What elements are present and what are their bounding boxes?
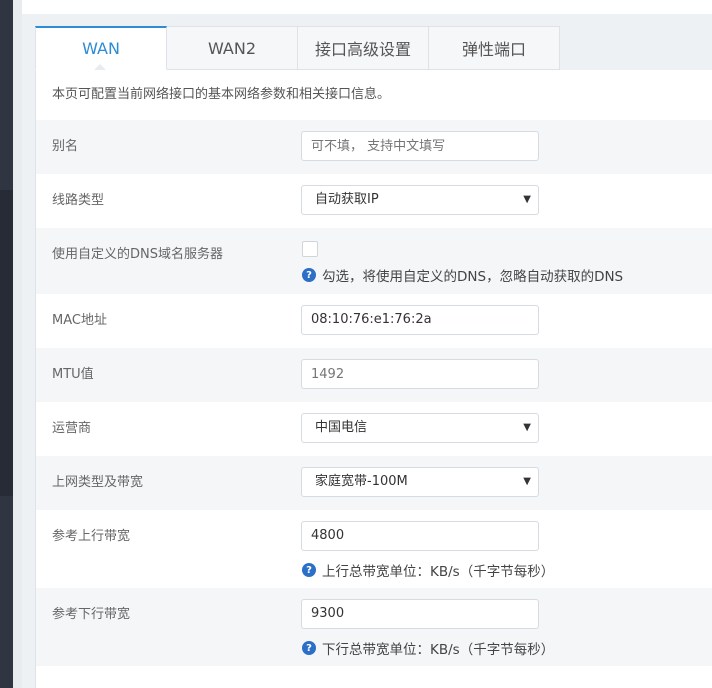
caret-down-icon: ▼	[523, 194, 531, 205]
sidebar-mark	[0, 190, 13, 496]
mtu-label: MTU值	[52, 367, 94, 382]
net-type-value: 家庭宽带-100M	[315, 474, 408, 489]
upload-help-text: 上行总带宽单位：KB/s（千字节每秒）	[322, 564, 555, 580]
question-circle-icon: ?	[302, 641, 316, 655]
row-mtu: MTU值	[36, 348, 712, 402]
download-help: ? 下行总带宽单位：KB/s（千字节每秒）	[302, 638, 554, 658]
row-isp: 运营商 中国电信 ▼	[36, 402, 712, 456]
row-custom-dns: 使用自定义的DNS域名服务器 ? 勾选，将使用自定义的DNS，忽略自动获取的DN…	[36, 228, 712, 294]
row-net-type: 上网类型及带宽 家庭宽带-100M ▼	[36, 456, 712, 510]
custom-dns-help-text: 勾选，将使用自定义的DNS，忽略自动获取的DNS	[322, 269, 624, 285]
mac-input[interactable]: 08:10:76:e1:76:2a	[301, 305, 539, 335]
settings-panel: 本页可配置当前网络接口的基本网络参数和相关接口信息。 别名 线路类型 自动获取I…	[35, 70, 712, 688]
download-label: 参考下行带宽	[52, 607, 131, 622]
isp-value: 中国电信	[315, 420, 368, 435]
alias-input[interactable]	[301, 131, 539, 161]
upload-help: ? 上行总带宽单位：KB/s（千字节每秒）	[302, 560, 554, 580]
download-help-text: 下行总带宽单位：KB/s（千字节每秒）	[322, 642, 555, 658]
row-alias: 别名	[36, 120, 712, 174]
top-bar	[22, 0, 712, 14]
page-description: 本页可配置当前网络接口的基本网络参数和相关接口信息。	[36, 70, 712, 121]
custom-dns-help: ? 勾选，将使用自定义的DNS，忽略自动获取的DNS	[302, 265, 623, 285]
line-type-label: 线路类型	[52, 193, 105, 208]
alias-label: 别名	[52, 139, 79, 154]
net-type-select[interactable]: 家庭宽带-100M ▼	[301, 467, 539, 497]
tab-wan[interactable]: WAN	[35, 26, 167, 70]
line-type-select[interactable]: 自动获取IP ▼	[301, 185, 539, 215]
tab-interface-advanced[interactable]: 接口高级设置	[298, 26, 429, 70]
row-mac: MAC地址 08:10:76:e1:76:2a	[36, 294, 712, 348]
caret-down-icon: ▼	[523, 422, 531, 433]
tab-bar: WAN WAN2 接口高级设置 弹性端口	[35, 26, 560, 70]
download-input[interactable]: 9300	[301, 599, 539, 629]
row-upload: 参考上行带宽 4800 ? 上行总带宽单位：KB/s（千字节每秒）	[36, 510, 712, 588]
mac-label: MAC地址	[52, 313, 107, 328]
row-download: 参考下行带宽 9300 ? 下行总带宽单位：KB/s（千字节每秒）	[36, 588, 712, 666]
row-line-type: 线路类型 自动获取IP ▼	[36, 174, 712, 228]
net-type-label: 上网类型及带宽	[52, 475, 144, 490]
upload-input[interactable]: 4800	[301, 521, 539, 551]
isp-select[interactable]: 中国电信 ▼	[301, 413, 539, 443]
sidebar-strip	[0, 0, 13, 688]
tab-wan2[interactable]: WAN2	[167, 26, 298, 70]
question-circle-icon: ?	[302, 268, 316, 282]
tab-elastic-port[interactable]: 弹性端口	[429, 26, 560, 70]
custom-dns-label: 使用自定义的DNS域名服务器	[52, 247, 223, 262]
isp-label: 运营商	[52, 421, 92, 436]
custom-dns-checkbox[interactable]	[302, 241, 318, 257]
upload-label: 参考上行带宽	[52, 529, 131, 544]
sidebar-gap	[13, 0, 22, 688]
caret-down-icon: ▼	[523, 476, 531, 487]
question-circle-icon: ?	[302, 563, 316, 577]
mtu-input[interactable]	[301, 359, 539, 389]
line-type-value: 自动获取IP	[315, 192, 379, 207]
